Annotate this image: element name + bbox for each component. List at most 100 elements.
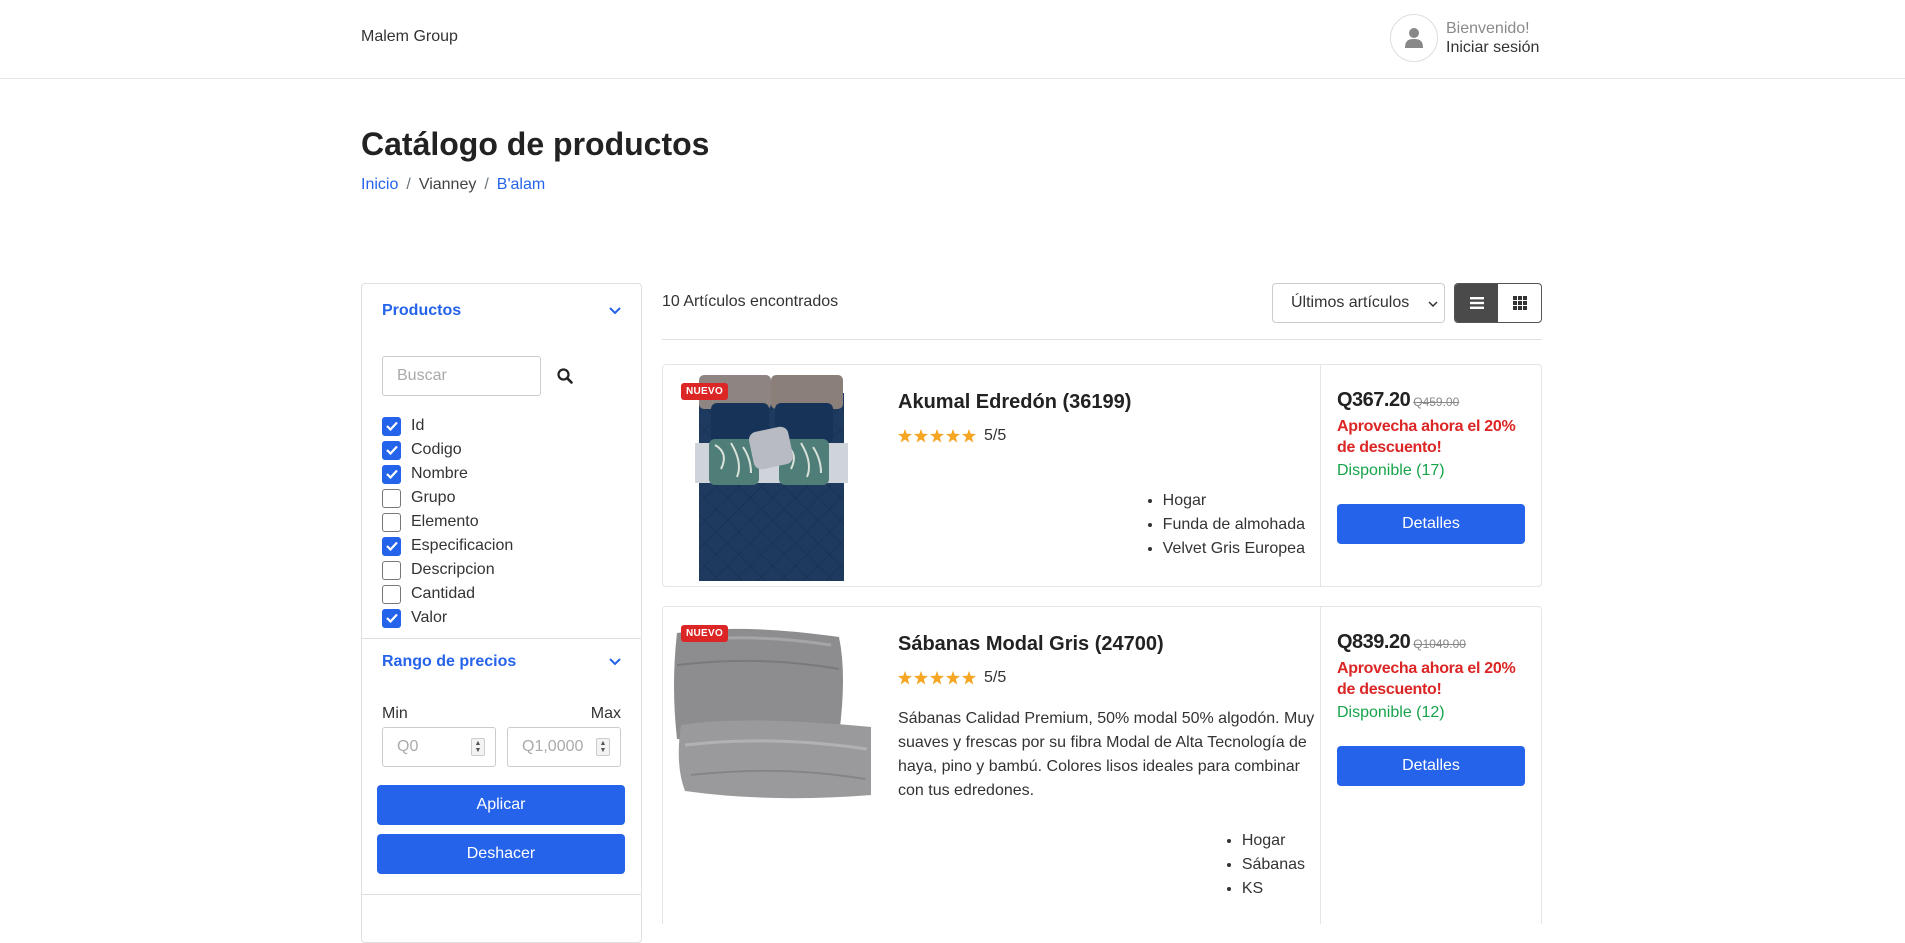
product-tags: Hogar Funda de almohada Velvet Gris Euro… — [1163, 489, 1305, 561]
tag-item: KS — [1242, 877, 1305, 901]
checkbox-unchecked-icon[interactable] — [382, 512, 401, 532]
current-price: Q367.20 — [1337, 389, 1411, 411]
login-link[interactable]: Iniciar sesión — [1446, 38, 1539, 57]
rating: 5/5 — [898, 669, 1006, 687]
checkbox-label: Grupo — [411, 489, 456, 506]
product-image[interactable]: NUEVO — [671, 615, 871, 810]
checkbox-label: Descripcion — [411, 561, 495, 578]
products-section-title: Productos — [382, 302, 462, 319]
min-price-input[interactable]: Q0 ▲ ▼ — [382, 727, 496, 767]
checkbox-item[interactable]: Elemento — [382, 510, 621, 534]
search-icon[interactable] — [555, 366, 575, 386]
chevron-down-icon — [609, 653, 621, 671]
current-price: Q839.20 — [1337, 631, 1411, 653]
checkbox-checked-icon[interactable] — [382, 536, 401, 556]
view-toggle — [1454, 283, 1542, 323]
filter-sidebar: Productos Id Codigo Nombre Grupo Elemento Esp… — [361, 283, 642, 943]
checkbox-item[interactable]: Especificacion — [382, 534, 621, 558]
checkbox-label: Especificacion — [411, 537, 514, 554]
stock-status: Disponible (17) — [1337, 462, 1445, 479]
list-icon — [1469, 297, 1484, 309]
product-description: Sábanas Calidad Premium, 50% modal 50% a… — [898, 710, 1315, 799]
checkbox-label: Valor — [411, 609, 448, 626]
tag-item: Hogar — [1163, 489, 1305, 513]
user-avatar-icon[interactable] — [1390, 14, 1438, 62]
divider — [662, 339, 1542, 340]
rating: 5/5 — [898, 427, 1006, 445]
price-range-section-toggle[interactable]: Rango de precios — [362, 639, 641, 685]
sort-select[interactable]: Últimos artículos — [1272, 283, 1445, 323]
product-card: NUEVO Sábanas Modal Gris (24700) 5/5 Sáb… — [662, 606, 1542, 924]
checkbox-item[interactable]: Valor — [382, 606, 621, 630]
checkbox-item[interactable]: Nombre — [382, 462, 621, 486]
old-price: Q1049.00 — [1413, 637, 1466, 651]
rating-value: 5/5 — [984, 427, 1007, 444]
star-rating-icon — [898, 671, 976, 685]
spinner-icon[interactable]: ▲ ▼ — [471, 738, 485, 756]
checkbox-unchecked-icon[interactable] — [382, 560, 401, 580]
product-image[interactable]: NUEVO — [671, 373, 871, 588]
price-column: Q839.20 Q1049.00 Aprovecha ahora el 20% … — [1320, 607, 1542, 924]
checkbox-checked-icon[interactable] — [382, 440, 401, 460]
min-price-placeholder: Q0 — [397, 738, 419, 755]
chevron-down-icon — [1428, 294, 1438, 312]
breadcrumb-current[interactable]: B'alam — [497, 176, 545, 194]
product-title[interactable]: Sábanas Modal Gris (24700) — [898, 633, 1164, 656]
checkbox-unchecked-icon[interactable] — [382, 584, 401, 604]
price-range-title: Rango de precios — [382, 653, 517, 670]
checkbox-label: Cantidad — [411, 585, 476, 602]
stock-status: Disponible (12) — [1337, 704, 1445, 721]
price-column: Q367.20 Q459.00 Aprovecha ahora el 20% d… — [1320, 365, 1542, 586]
products-section-toggle[interactable]: Productos — [362, 288, 641, 334]
max-price-placeholder: Q1,0000 — [522, 738, 584, 755]
apply-button[interactable]: Aplicar — [377, 785, 625, 825]
page-title: Catálogo de productos — [361, 126, 710, 162]
checkbox-label: Codigo — [411, 441, 462, 458]
checkbox-checked-icon[interactable] — [382, 464, 401, 484]
max-label: Max — [590, 705, 621, 722]
grid-icon — [1512, 296, 1527, 310]
checkbox-item[interactable]: Cantidad — [382, 582, 621, 606]
breadcrumb-home[interactable]: Inicio — [361, 176, 398, 194]
grid-view-button[interactable] — [1498, 284, 1541, 322]
checkbox-item[interactable]: Descripcion — [382, 558, 621, 582]
checkbox-item[interactable]: Grupo — [382, 486, 621, 510]
product-card: NUEVO Akumal Edredón (36199) 5/5 • Hogar… — [662, 364, 1542, 587]
discount-promo: Aprovecha ahora el 20% de descuento! — [1337, 418, 1516, 456]
min-label: Min — [382, 705, 408, 722]
details-button[interactable]: Detalles — [1337, 504, 1525, 544]
checkbox-label: Id — [411, 417, 425, 434]
details-button[interactable]: Detalles — [1337, 746, 1525, 786]
field-checklist: Id Codigo Nombre Grupo Elemento Especificacio… — [362, 414, 641, 630]
star-rating-icon — [898, 429, 976, 443]
product-tags: Hogar Sábanas KS — [1242, 829, 1305, 901]
breadcrumb: Inicio / Vianney / B'alam — [361, 176, 545, 194]
discount-promo: Aprovecha ahora el 20% de descuento! — [1337, 660, 1516, 698]
search-input[interactable] — [382, 356, 541, 396]
top-navbar: Malem Group Bienvenido! Iniciar sesión — [0, 0, 1905, 79]
tag-item: Funda de almohada — [1163, 513, 1305, 537]
user-greeting: Bienvenido! — [1446, 20, 1530, 37]
brand-name[interactable]: Malem Group — [361, 28, 458, 46]
spinner-icon[interactable]: ▲ ▼ — [596, 738, 610, 756]
rating-value: 5/5 — [984, 669, 1007, 686]
checkbox-checked-icon[interactable] — [382, 416, 401, 436]
sort-selected-value: Últimos artículos — [1291, 294, 1410, 311]
reset-button[interactable]: Deshacer — [377, 834, 625, 874]
list-view-button[interactable] — [1455, 284, 1498, 322]
checkbox-item[interactable]: Id — [382, 414, 621, 438]
tag-item: Velvet Gris Europea — [1163, 537, 1305, 561]
product-title[interactable]: Akumal Edredón (36199) — [898, 391, 1131, 414]
user-menu[interactable]: Bienvenido! Iniciar sesión — [1390, 14, 1539, 62]
checkbox-unchecked-icon[interactable] — [382, 488, 401, 508]
checkbox-label: Nombre — [411, 465, 468, 482]
old-price: Q459.00 — [1413, 395, 1460, 409]
checkbox-item[interactable]: Codigo — [382, 438, 621, 462]
divider — [362, 894, 641, 895]
checkbox-label: Elemento — [411, 513, 479, 530]
checkbox-checked-icon[interactable] — [382, 608, 401, 628]
breadcrumb-separator: / — [484, 176, 489, 193]
max-price-input[interactable]: Q1,0000 ▲ ▼ — [507, 727, 621, 767]
chevron-down-icon — [609, 302, 621, 320]
breadcrumb-separator: / — [406, 176, 411, 193]
